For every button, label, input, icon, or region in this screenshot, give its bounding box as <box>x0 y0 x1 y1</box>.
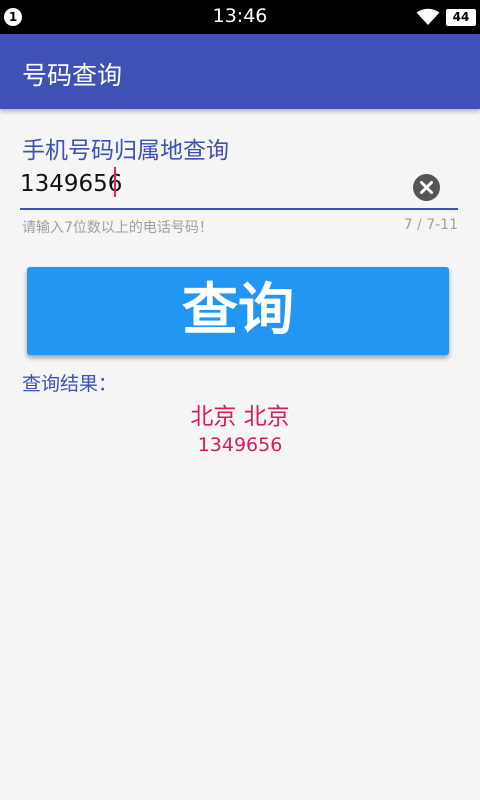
wifi-icon <box>416 8 440 25</box>
clear-input-button[interactable] <box>413 174 440 201</box>
result-location: 北京 北京 <box>190 404 290 430</box>
text-cursor <box>114 167 116 197</box>
query-button[interactable]: 查询 <box>27 267 449 355</box>
input-underline <box>20 208 458 210</box>
input-length-counter: 7 / 7-11 <box>403 217 458 233</box>
app-bar: 号码查询 <box>0 34 480 109</box>
result-number: 1349656 <box>197 434 283 456</box>
status-bar: 1 13:46 44 <box>0 0 480 34</box>
app-title: 号码查询 <box>22 61 123 90</box>
battery-icon: 44 <box>446 9 476 26</box>
phone-number-input[interactable] <box>20 166 405 202</box>
clear-icon <box>420 181 433 194</box>
result-label: 查询结果： <box>22 373 118 395</box>
status-time: 13:46 <box>212 5 268 27</box>
input-helper-text: 请输入7位数以上的电话号码！ <box>22 220 213 236</box>
phone-field-label: 手机号码归属地查询 <box>22 138 229 164</box>
